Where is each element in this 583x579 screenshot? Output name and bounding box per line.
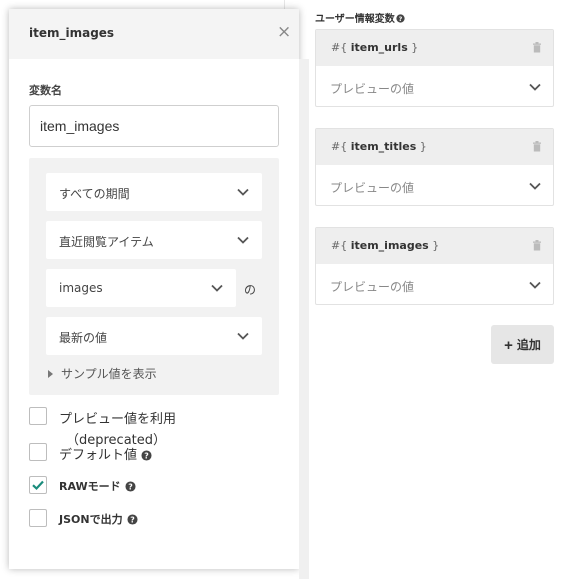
help-icon[interactable]: ?: [396, 14, 405, 23]
svg-text:?: ?: [130, 515, 135, 524]
trash-icon[interactable]: [532, 141, 542, 152]
svg-text:?: ?: [398, 15, 402, 23]
variable-name-token[interactable]: #{ item_urls }: [331, 41, 418, 54]
chevron-down-icon[interactable]: [528, 80, 542, 94]
close-icon[interactable]: ×: [277, 22, 291, 42]
use-preview-label: プレビュー値を利用: [59, 412, 177, 427]
svg-text:?: ?: [128, 482, 133, 491]
preview-value-select[interactable]: プレビューの値: [330, 179, 414, 196]
source-select[interactable]: 直近閲覧アイテム: [46, 221, 262, 259]
default-value-label: デフォルト値?: [59, 444, 152, 463]
variable-name-input[interactable]: [29, 105, 279, 147]
use-preview-checkbox[interactable]: [29, 407, 47, 425]
help-icon[interactable]: ?: [127, 514, 138, 525]
variable-card-item-titles: #{ item_titles } プレビューの値: [315, 128, 554, 206]
chevron-down-icon: [211, 284, 223, 292]
variable-name-token[interactable]: #{ item_images }: [331, 239, 439, 252]
raw-mode-label: RAWモード?: [59, 478, 136, 494]
panel-edge: [299, 59, 309, 579]
show-sample-label: サンプル値を表示: [61, 367, 157, 381]
json-output-checkbox[interactable]: [29, 509, 47, 527]
aggregation-select-value: 最新の値: [59, 331, 108, 345]
chevron-down-icon[interactable]: [528, 179, 542, 193]
variable-editor-panel: item_images × 変数名 すべての期間 直近閲覧アイテム images…: [9, 9, 309, 579]
data-source-box: すべての期間 直近閲覧アイテム images の 最新の値 サンプル値を表示: [29, 158, 279, 395]
trash-icon[interactable]: [532, 42, 542, 53]
source-select-value: 直近閲覧アイテム: [59, 235, 154, 249]
variable-card-header: #{ item_titles }: [316, 129, 553, 165]
variable-name-token[interactable]: #{ item_titles }: [331, 140, 427, 153]
variable-card-item-images: #{ item_images } プレビューの値: [315, 227, 554, 305]
chevron-down-icon: [237, 332, 249, 340]
plus-icon: +: [504, 336, 513, 354]
preview-value-select[interactable]: プレビューの値: [330, 80, 414, 97]
default-value-checkbox[interactable]: [29, 443, 47, 461]
field-select-value: images: [59, 281, 103, 295]
period-select-value: すべての期間: [59, 187, 130, 201]
help-icon[interactable]: ?: [125, 481, 136, 492]
variable-card-header: #{ item_images }: [316, 228, 553, 264]
aggregation-select[interactable]: 最新の値: [46, 317, 262, 355]
chevron-down-icon: [237, 188, 249, 196]
editor-header: item_images ×: [9, 9, 299, 59]
caret-right-icon: [48, 370, 53, 378]
variable-card-item-urls: #{ item_urls } プレビューの値: [315, 29, 554, 107]
add-button-label: 追加: [516, 337, 541, 352]
show-sample-toggle[interactable]: サンプル値を表示: [48, 365, 157, 382]
add-variable-button[interactable]: + 追加: [491, 325, 554, 364]
help-icon[interactable]: ?: [141, 450, 152, 461]
chevron-down-icon: [237, 236, 249, 244]
field-select[interactable]: images: [46, 269, 236, 307]
json-output-label: JSONで出力?: [59, 511, 138, 527]
raw-mode-checkbox[interactable]: [29, 476, 47, 494]
trash-icon[interactable]: [532, 240, 542, 251]
variable-card-header: #{ item_urls }: [316, 30, 553, 66]
user-variables-title: ユーザー情報変数?: [315, 10, 405, 25]
period-select[interactable]: すべての期間: [46, 173, 262, 211]
editor-title: item_images: [29, 26, 115, 40]
particle-no-label: の: [244, 283, 257, 297]
variable-name-label: 変数名: [29, 84, 62, 97]
chevron-down-icon[interactable]: [528, 278, 542, 292]
svg-text:?: ?: [144, 451, 149, 460]
preview-value-select[interactable]: プレビューの値: [330, 278, 414, 295]
check-icon: [32, 480, 44, 491]
